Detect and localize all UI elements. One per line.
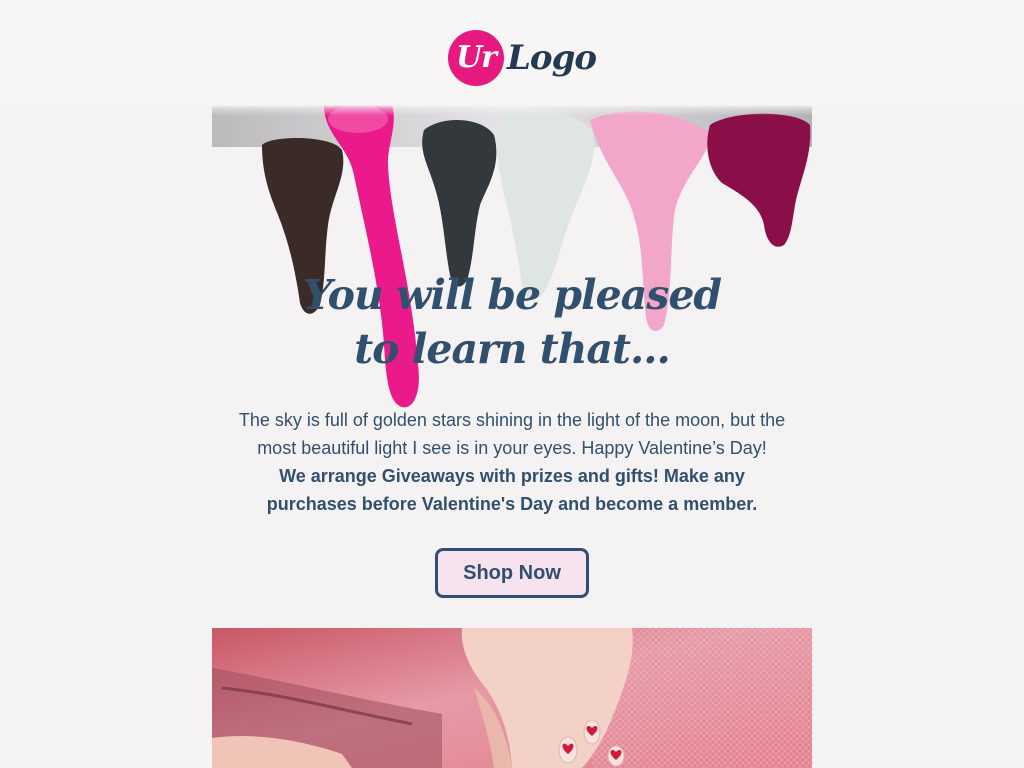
body-text: The sky is full of golden stars shining … [238, 410, 786, 458]
headline: You will be pleased to learn that... [212, 268, 812, 376]
body-copy: The sky is full of golden stars shining … [232, 406, 792, 518]
logo-circle: Ur [448, 29, 504, 86]
headline-line-2: to learn that... [354, 325, 671, 373]
headline-line-1: You will be pleased [302, 271, 722, 319]
hands-nails-photo [212, 628, 812, 768]
header: Ur Logo [0, 0, 1024, 105]
hands-nails-illustration [212, 628, 812, 768]
logo-wordmark: Logo [507, 37, 597, 78]
logo[interactable]: Ur Logo [448, 29, 597, 86]
body-bold-text: We arrange Giveaways with prizes and gif… [266, 466, 758, 514]
shop-now-button[interactable]: Shop Now [435, 548, 589, 598]
